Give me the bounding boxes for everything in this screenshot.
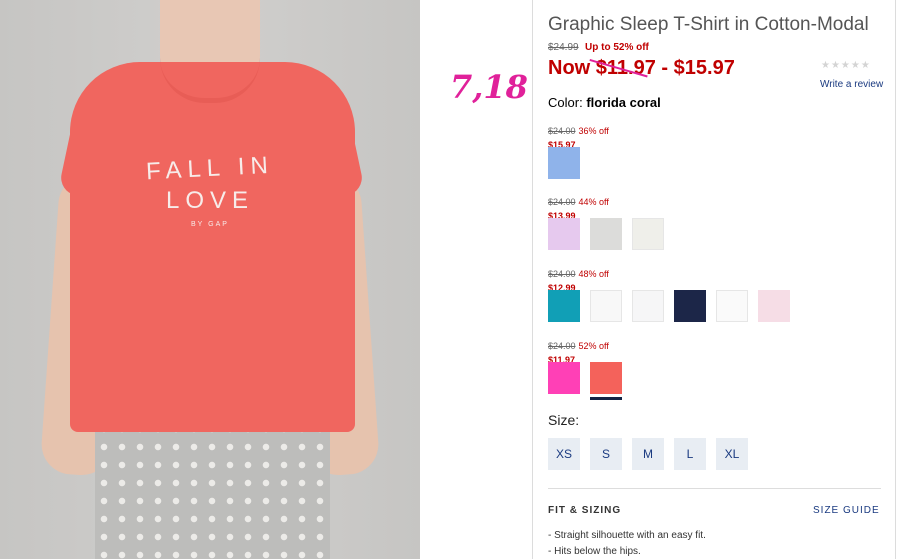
size-guide-link[interactable]: SIZE GUIDE xyxy=(813,505,880,516)
size-m-button[interactable]: M xyxy=(632,438,664,470)
rating-stars: ★★★★★ xyxy=(821,60,871,71)
size-xl-button[interactable]: XL xyxy=(716,438,748,470)
color-selection: Color: florida coral xyxy=(548,95,661,110)
handwritten-annotation: 7,18 xyxy=(450,68,528,106)
shirt-body xyxy=(70,62,355,432)
color-swatch[interactable] xyxy=(548,218,580,250)
color-swatch[interactable] xyxy=(758,290,790,322)
shirt-graphic-line1: FALL IN xyxy=(145,151,275,186)
color-swatch[interactable] xyxy=(548,362,580,394)
color-swatch[interactable] xyxy=(632,218,664,250)
price-group: $24.00 44% off $13.99 xyxy=(548,192,664,250)
size-options: XS S M L XL xyxy=(548,438,748,470)
group-discount: 52% off xyxy=(578,341,609,351)
price-group: $24.00 52% off $11.97 xyxy=(548,336,622,400)
group-discount: 48% off xyxy=(578,269,609,279)
group-was-price: $24.00 xyxy=(548,126,576,136)
shirt-graphic-line2: LOVE xyxy=(165,187,255,214)
model-pants xyxy=(95,420,330,559)
group-was-price: $24.00 xyxy=(548,341,576,351)
color-swatch[interactable] xyxy=(632,290,664,322)
swatch-row xyxy=(548,362,622,400)
color-swatch[interactable] xyxy=(590,290,622,322)
sale-price-sep: - xyxy=(655,57,674,79)
fit-bullet: - Hits below the hips. xyxy=(548,546,641,557)
color-swatch[interactable] xyxy=(590,362,622,400)
sale-price-prefix: Now xyxy=(548,57,591,79)
color-swatch[interactable] xyxy=(590,218,622,250)
size-xs-button[interactable]: XS xyxy=(548,438,580,470)
group-was-price: $24.00 xyxy=(548,197,576,207)
group-discount: 36% off xyxy=(578,126,609,136)
color-swatch[interactable] xyxy=(548,290,580,322)
original-price: $24.99 xyxy=(548,42,579,53)
swatch-row xyxy=(548,147,580,179)
section-divider xyxy=(548,488,881,489)
shirt-graphic: FALL IN LOVE BY GAP xyxy=(135,152,285,228)
sale-price-low: $11.97 xyxy=(595,57,656,79)
discount-label: Up to 52% off xyxy=(585,42,649,53)
size-label: Size: xyxy=(548,412,580,428)
color-label: Color: xyxy=(548,95,583,110)
sale-price: Now $11.97 - $15.97 xyxy=(548,57,735,80)
group-discount: 44% off xyxy=(578,197,609,207)
write-review-link[interactable]: Write a review xyxy=(820,79,883,90)
shirt-graphic-line3: BY GAP xyxy=(191,221,229,228)
sale-price-high: $15.97 xyxy=(673,57,735,79)
product-details-panel: Graphic Sleep T-Shirt in Cotton-Modal $2… xyxy=(532,0,896,559)
product-image: FALL IN LOVE BY GAP xyxy=(0,0,420,559)
fit-sizing-heading: FIT & SIZING xyxy=(548,505,622,516)
price-group: $24.00 36% off $15.97 xyxy=(548,121,609,179)
swatch-row xyxy=(548,218,664,250)
price-group: $24.00 48% off $12.99 xyxy=(548,264,790,322)
size-s-button[interactable]: S xyxy=(590,438,622,470)
fit-bullets: - Straight silhouette with an easy fit. … xyxy=(548,528,706,560)
fit-bullet: - Straight silhouette with an easy fit. xyxy=(548,530,706,541)
color-value: florida coral xyxy=(586,95,661,110)
color-swatch[interactable] xyxy=(674,290,706,322)
product-title: Graphic Sleep T-Shirt in Cotton-Modal xyxy=(548,14,869,35)
size-l-button[interactable]: L xyxy=(674,438,706,470)
color-swatch[interactable] xyxy=(716,290,748,322)
swatch-row xyxy=(548,290,790,322)
color-swatch[interactable] xyxy=(548,147,580,179)
group-was-price: $24.00 xyxy=(548,269,576,279)
